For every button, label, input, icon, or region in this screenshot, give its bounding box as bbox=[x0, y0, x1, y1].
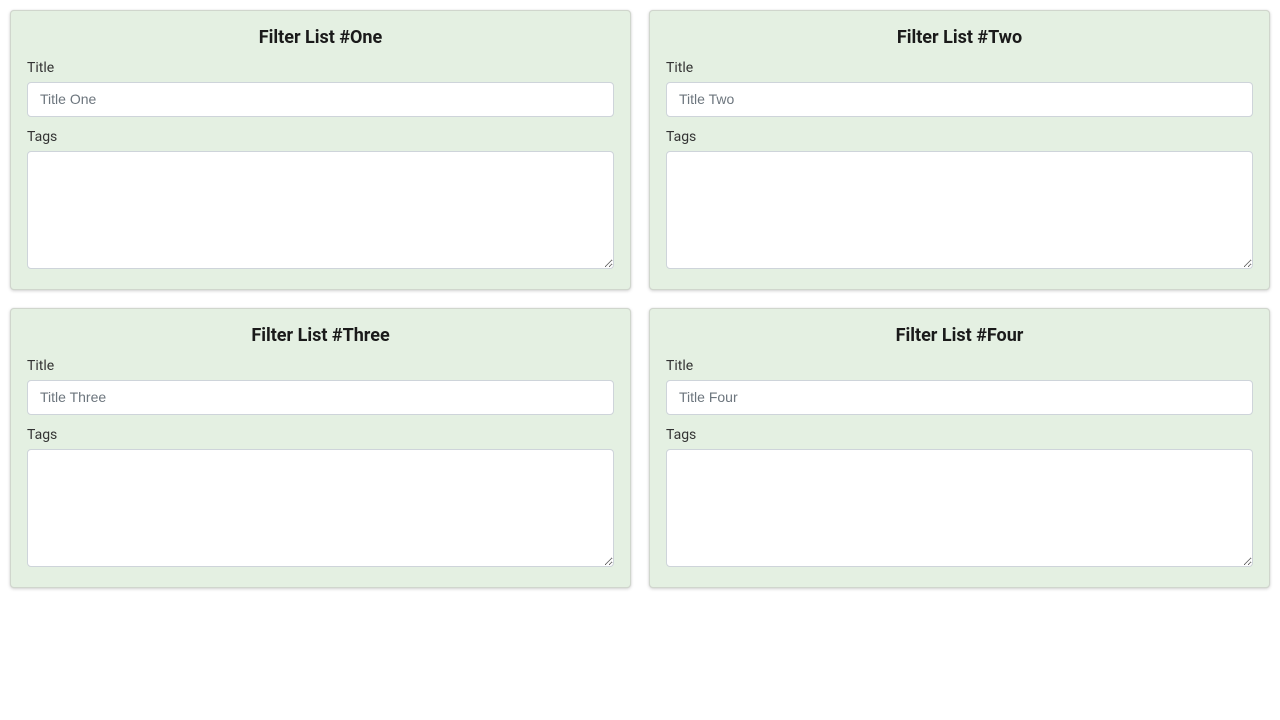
title-label: Title bbox=[27, 358, 614, 374]
tags-label: Tags bbox=[27, 129, 614, 145]
filter-card-three: Filter List #Three Title Tags bbox=[10, 308, 631, 588]
title-input[interactable] bbox=[666, 82, 1253, 117]
title-input[interactable] bbox=[27, 380, 614, 415]
tags-textarea[interactable] bbox=[27, 151, 614, 269]
card-header: Filter List #Four bbox=[666, 325, 1253, 346]
filter-card-four: Filter List #Four Title Tags bbox=[649, 308, 1270, 588]
tags-label: Tags bbox=[666, 427, 1253, 443]
filter-card-two: Filter List #Two Title Tags bbox=[649, 10, 1270, 290]
tags-textarea[interactable] bbox=[666, 151, 1253, 269]
tags-group: Tags bbox=[27, 427, 614, 571]
tags-group: Tags bbox=[666, 427, 1253, 571]
title-label: Title bbox=[27, 60, 614, 76]
title-input[interactable] bbox=[666, 380, 1253, 415]
title-group: Title bbox=[666, 60, 1253, 117]
card-header: Filter List #One bbox=[27, 27, 614, 48]
title-input[interactable] bbox=[27, 82, 614, 117]
tags-textarea[interactable] bbox=[666, 449, 1253, 567]
tags-textarea[interactable] bbox=[27, 449, 614, 567]
tags-label: Tags bbox=[666, 129, 1253, 145]
tags-label: Tags bbox=[27, 427, 614, 443]
card-header: Filter List #Three bbox=[27, 325, 614, 346]
title-label: Title bbox=[666, 60, 1253, 76]
card-header: Filter List #Two bbox=[666, 27, 1253, 48]
title-group: Title bbox=[27, 60, 614, 117]
tags-group: Tags bbox=[27, 129, 614, 273]
filter-card-one: Filter List #One Title Tags bbox=[10, 10, 631, 290]
title-group: Title bbox=[666, 358, 1253, 415]
tags-group: Tags bbox=[666, 129, 1253, 273]
filter-list-grid: Filter List #One Title Tags Filter List … bbox=[10, 10, 1270, 588]
title-group: Title bbox=[27, 358, 614, 415]
title-label: Title bbox=[666, 358, 1253, 374]
